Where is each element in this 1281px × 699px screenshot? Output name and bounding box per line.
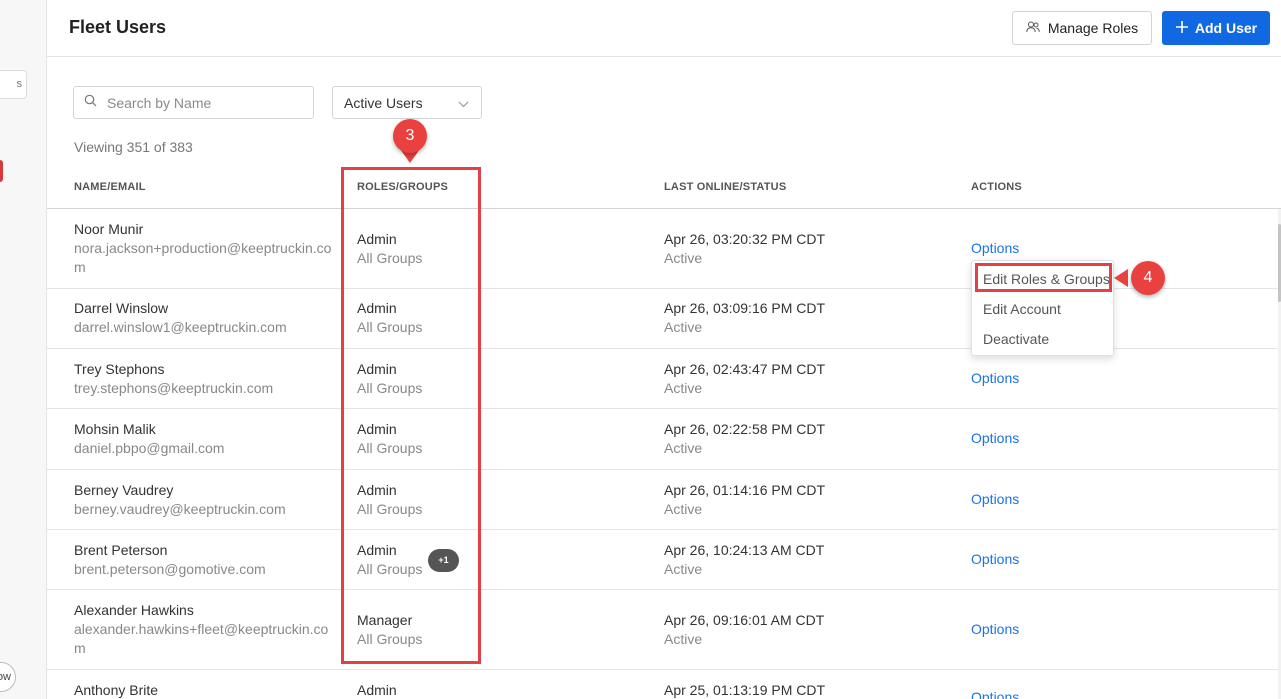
user-status: Active (664, 380, 703, 396)
last-online: Apr 26, 03:20:32 PM CDT (664, 231, 826, 247)
manage-roles-label: Manage Roles (1047, 20, 1139, 36)
last-online: Apr 26, 02:22:58 PM CDT (664, 421, 826, 437)
options-link[interactable]: Options (971, 239, 1019, 258)
last-online: Apr 26, 01:14:16 PM CDT (664, 482, 826, 498)
step-4-callout: 4 (1131, 261, 1165, 295)
user-email: daniel.pbpo@gmail.com (74, 440, 225, 456)
options-link[interactable]: Options (971, 688, 1019, 699)
user-name: Brent Peterson (74, 542, 168, 558)
viewing-count: Viewing 351 of 383 (74, 139, 193, 155)
last-online: Apr 25, 01:13:19 PM CDT (664, 682, 826, 698)
user-name: Mohsin Malik (74, 421, 156, 437)
user-name: Anthony Brite (74, 682, 159, 698)
user-email: berney.vaudrey@keeptruckin.com (74, 501, 286, 517)
user-email: darrel.winslow1@keeptruckin.com (74, 319, 287, 335)
callout-pointer (1114, 269, 1128, 287)
options-link[interactable]: Options (971, 369, 1019, 388)
user-email: brent.peterson@gomotive.com (74, 561, 266, 577)
column-header-name: NAME/EMAIL (74, 181, 146, 193)
users-icon (1026, 20, 1040, 36)
left-sidebar: s ow (0, 0, 47, 699)
user-status: Active (664, 631, 703, 647)
user-status: Active (664, 250, 703, 266)
options-link[interactable]: Options (971, 550, 1019, 569)
step-3-callout: 3 (393, 119, 427, 153)
page-header: Fleet Users Manage Roles Add User (47, 0, 1281, 57)
user-email: nora.jackson+production@keeptruckin.co (74, 240, 332, 256)
search-box[interactable] (73, 86, 314, 119)
column-header-last-online: LAST ONLINE/STATUS (664, 181, 787, 193)
table-row: Anthony Brite Admin Apr 25, 01:13:19 PM … (47, 670, 1278, 699)
last-online: Apr 26, 02:43:47 PM CDT (664, 361, 826, 377)
user-status: Active (664, 319, 703, 335)
table-row: Mohsin Malik daniel.pbpo@gmail.com Admin… (47, 409, 1278, 470)
table-row: Trey Stephons trey.stephons@keeptruckin.… (47, 349, 1278, 409)
user-name: Darrel Winslow (74, 300, 169, 316)
search-icon (84, 94, 97, 112)
chevron-down-icon (458, 95, 469, 111)
options-link[interactable]: Options (971, 490, 1019, 509)
search-input[interactable] (107, 94, 297, 111)
last-online: Apr 26, 10:24:13 AM CDT (664, 542, 825, 558)
edit-roles-highlight (975, 263, 1112, 292)
menu-item-deactivate[interactable]: Deactivate (983, 331, 1049, 347)
add-user-label: Add User (1194, 20, 1258, 36)
user-name: Alexander Hawkins (74, 602, 194, 618)
user-role: Admin (357, 682, 397, 698)
last-online: Apr 26, 03:09:16 PM CDT (664, 300, 826, 316)
table-row: Brent Peterson brent.peterson@gomotive.c… (47, 530, 1278, 590)
user-status: Active (664, 501, 703, 517)
user-name: Noor Munir (74, 221, 144, 237)
plus-icon (1175, 20, 1189, 37)
menu-item-edit-account[interactable]: Edit Account (983, 301, 1061, 317)
add-user-button[interactable]: Add User (1162, 11, 1270, 45)
user-status: Active (664, 561, 703, 577)
user-email: alexander.hawkins+fleet@keeptruckin.co (74, 621, 329, 637)
options-link[interactable]: Options (971, 620, 1019, 639)
status-select-value: Active Users (344, 94, 423, 111)
options-link[interactable]: Options (971, 429, 1019, 448)
status-select[interactable]: Active Users (332, 86, 482, 119)
sidebar-active-marker (0, 160, 3, 182)
user-name: Trey Stephons (74, 361, 165, 377)
roles-column-highlight (341, 167, 481, 664)
manage-roles-button[interactable]: Manage Roles (1012, 11, 1152, 45)
user-email: trey.stephons@keeptruckin.com (74, 380, 274, 396)
last-online: Apr 26, 09:16:01 AM CDT (664, 612, 825, 628)
column-header-actions: ACTIONS (971, 181, 1022, 193)
table-row: Alexander Hawkins alexander.hawkins+flee… (47, 590, 1278, 670)
user-status: Active (664, 440, 703, 456)
sidebar-round-button[interactable]: ow (0, 662, 16, 692)
user-email-wrap: m (74, 640, 86, 656)
page-title: Fleet Users (69, 17, 167, 37)
user-name: Berney Vaudrey (74, 482, 174, 498)
sidebar-pill[interactable]: s (0, 70, 27, 99)
table-row: Berney Vaudrey berney.vaudrey@keeptrucki… (47, 470, 1278, 530)
user-email-wrap: m (74, 259, 86, 275)
